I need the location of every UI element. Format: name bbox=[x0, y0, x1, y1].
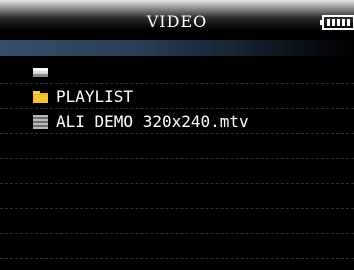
list-item-playlist[interactable]: PLAYLIST bbox=[0, 84, 354, 109]
path-bar bbox=[0, 40, 354, 56]
list-item-label: PLAYLIST bbox=[56, 87, 134, 106]
empty-row bbox=[0, 234, 354, 259]
list-item-parent[interactable] bbox=[0, 59, 354, 84]
empty-row bbox=[0, 209, 354, 234]
list-item-label: ALI DEMO 320x240.mtv bbox=[56, 112, 249, 131]
empty-row bbox=[0, 159, 354, 184]
battery-full-icon bbox=[320, 15, 354, 30]
screen-title: VIDEO bbox=[146, 12, 208, 31]
empty-row bbox=[0, 184, 354, 209]
list-item-video-file[interactable]: ALI DEMO 320x240.mtv bbox=[0, 109, 354, 134]
empty-row bbox=[0, 134, 354, 159]
parent-folder-icon bbox=[33, 68, 48, 77]
video-file-icon bbox=[33, 115, 48, 129]
title-bar: VIDEO bbox=[0, 0, 354, 40]
folder-icon bbox=[33, 91, 48, 103]
